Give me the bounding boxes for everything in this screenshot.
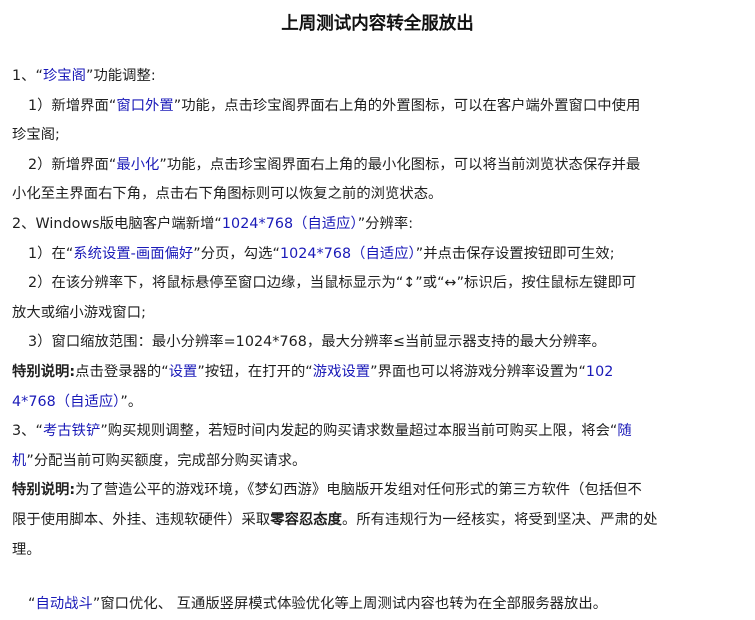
section-2-item-3: 3）窗口缩放范围：最小分辨率=1024*768，最大分辨率≤当前显示器支持的最大… <box>28 334 606 351</box>
text: 1）在“ <box>28 245 74 262</box>
special-note-label: 特别说明: <box>12 363 76 380</box>
page-title: 上周测试内容转全服放出 <box>281 14 474 34</box>
text: ”分辨率: <box>357 215 414 232</box>
text: 3、“ <box>12 423 43 440</box>
section-3-special-note: 特别说明:为了营造公平的游戏环境，《梦幻西游》电脑版开发组对任何形式的第三方软件… <box>12 476 743 506</box>
highlight-auto-battle: 自动战斗 <box>35 596 93 613</box>
text: 1）新增界面“ <box>28 97 117 114</box>
text: ”购买规则调整，若短时间内发起的购买请求数量超过本服当前可购买上限，将会“ <box>100 423 618 440</box>
announcement-body: 1、“珍宝阁”功能调整: 1）新增界面“窗口外置”功能，点击珍宝阁界面右上角的外… <box>12 62 743 620</box>
text: 2、Windows版电脑客户端新增“ <box>12 215 222 232</box>
section-2-heading: 2、Windows版电脑客户端新增“1024*768（自适应）”分辨率: <box>12 210 743 240</box>
text: 限于使用脚本、外挂、违规软硬件）采取 <box>12 511 271 528</box>
highlight-resolution-b: 4*768（自适应） <box>12 393 121 410</box>
highlight-window-detach: 窗口外置 <box>116 97 174 114</box>
highlight-random-b: 机 <box>12 452 27 469</box>
highlight-game-settings: 游戏设置 <box>312 363 371 380</box>
highlight-random-a: 随 <box>617 423 632 440</box>
text: ”分配当前可购买额度，完成部分购买请求。 <box>26 452 307 469</box>
footer-note: “自动战斗”窗口优化、 互通版竖屏模式体验优化等上周测试内容也转为在全部服务器放… <box>12 590 743 620</box>
highlight-system-settings: 系统设置-画面偏好 <box>73 245 194 262</box>
special-note-label: 特别说明: <box>12 482 76 499</box>
announcement-page: 上周测试内容转全服放出 1、“珍宝阁”功能调整: 1）新增界面“窗口外置”功能，… <box>0 0 755 617</box>
text: ”功能，点击珍宝阁界面右上角的最小化图标，可以将当前浏览状态保存并最 <box>159 156 641 173</box>
section-3-heading: 3、“考古铁铲”购买规则调整，若短时间内发起的购买请求数量超过本服当前可购买上限… <box>12 417 743 447</box>
highlight-treasure-pavilion: 珍宝阁 <box>42 68 86 84</box>
text: ”窗口优化、 互通版竖屏模式体验优化等上周测试内容也转为在全部服务器放出。 <box>92 596 608 613</box>
section-2-special-note: 特别说明:点击登录器的“设置”按钮，在打开的“游戏设置”界面也可以将游戏分辨率设… <box>12 358 743 388</box>
text: ”按钮，在打开的“ <box>197 363 313 380</box>
highlight-minimize: 最小化 <box>116 156 160 173</box>
section-1-item-1: 1）新增界面“窗口外置”功能，点击珍宝阁界面右上角的外置图标，可以在客户端外置窗… <box>12 92 743 122</box>
section-3-special-note-end: 理。 <box>12 541 41 558</box>
section-2-item-2: 2）在该分辨率下，将鼠标悬停至窗口边缘，当鼠标显示为“↕”或“↔”标识后，按住鼠… <box>28 275 637 292</box>
highlight-resolution-a: 102 <box>585 363 614 380</box>
section-3-heading-cont: 机”分配当前可购买额度，完成部分购买请求。 <box>12 447 743 477</box>
highlight-archaeology-shovel: 考古铁铲 <box>42 423 101 440</box>
section-1-item-2-cont: 小化至主界面右下角，点击右下角图标则可以恢复之前的浏览状态。 <box>12 186 443 203</box>
section-3-special-note-cont: 限于使用脚本、外挂、违规软硬件）采取零容忍态度。所有违规行为一经核实，将受到坚决… <box>12 506 743 536</box>
highlight-resolution-option: 1024*768（自适应） <box>279 245 416 262</box>
section-1-heading: 1、“珍宝阁”功能调整: <box>12 62 743 92</box>
text: 。所有违规行为一经核实，将受到坚决、严肃的处 <box>341 511 658 528</box>
section-2-item-2-cont: 放大或缩小游戏窗口; <box>12 304 146 321</box>
text: ”功能，点击珍宝阁界面右上角的外置图标，可以在客户端外置窗口中使用 <box>173 97 641 114</box>
text: 点击登录器的“ <box>75 363 169 380</box>
text: ”。 <box>120 393 143 410</box>
text: ”界面也可以将游戏分辨率设置为“ <box>370 363 586 380</box>
section-2-item-1: 1）在“系统设置-画面偏好”分页，勾选“1024*768（自适应）”并点击保存设… <box>12 240 743 270</box>
text: 2）新增界面“ <box>28 156 117 173</box>
text: 为了营造公平的游戏环境，《梦幻西游》电脑版开发组对任何形式的第三方软件（包括但不 <box>75 482 642 499</box>
section-1-item-2: 2）新增界面“最小化”功能，点击珍宝阁界面右上角的最小化图标，可以将当前浏览状态… <box>12 151 743 181</box>
section-2-special-note-cont: 4*768（自适应）”。 <box>12 388 743 418</box>
highlight-resolution: 1024*768（自适应） <box>221 215 358 232</box>
section-1-item-1-cont: 珍宝阁; <box>12 127 60 144</box>
zero-tolerance-emphasis: 零容忍态度 <box>270 511 342 528</box>
text: ”并点击保存设置按钮即可生效; <box>415 245 615 262</box>
highlight-settings: 设置 <box>168 363 198 380</box>
text: ”分页，勾选“ <box>193 245 280 262</box>
text: ”功能调整: <box>86 68 156 84</box>
text: 1、“ <box>12 68 43 84</box>
